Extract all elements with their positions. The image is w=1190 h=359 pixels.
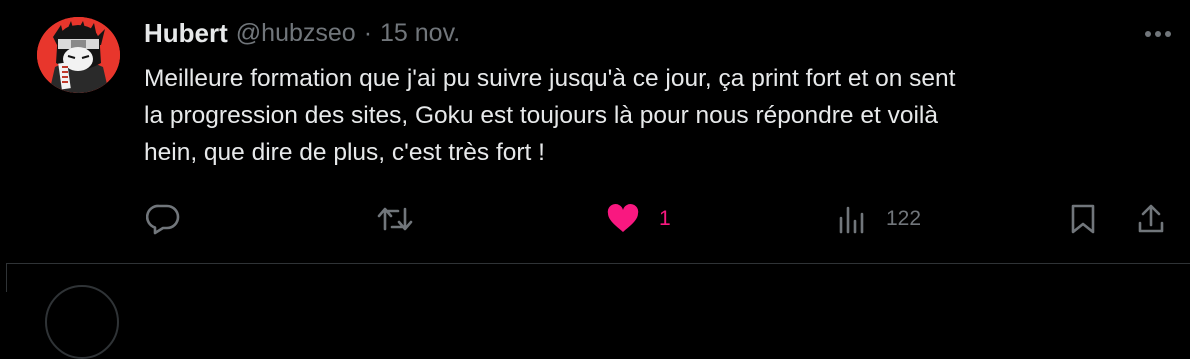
more-icon bbox=[1145, 31, 1171, 37]
like-count: 1 bbox=[659, 207, 671, 230]
timeline-border bbox=[6, 263, 7, 292]
views-icon bbox=[839, 206, 864, 234]
reply-icon bbox=[146, 204, 180, 235]
retweet-button[interactable] bbox=[377, 199, 413, 239]
views-button[interactable]: 122 bbox=[838, 199, 921, 239]
like-button[interactable]: 1 bbox=[607, 199, 671, 239]
tweet-text: Meilleure formation que j'ai pu suivre j… bbox=[144, 60, 1154, 171]
more-button[interactable] bbox=[1140, 20, 1176, 48]
avatar-illustration bbox=[37, 17, 120, 93]
reply-button[interactable] bbox=[146, 199, 180, 239]
tweet-text-line: hein, que dire de plus, c'est très fort … bbox=[144, 139, 545, 166]
retweet-icon bbox=[377, 207, 413, 231]
share-button[interactable] bbox=[1136, 199, 1166, 239]
author-name[interactable]: Hubert bbox=[144, 18, 228, 49]
author-handle[interactable]: @hubzseo bbox=[236, 19, 356, 48]
bookmark-button[interactable] bbox=[1069, 199, 1097, 239]
tweet-text-line: la progression des sites, Goku est toujo… bbox=[144, 102, 938, 129]
tweet-date[interactable]: 15 nov. bbox=[380, 19, 460, 48]
tweet-divider bbox=[6, 263, 1190, 264]
separator-dot: · bbox=[363, 18, 373, 47]
bookmark-icon bbox=[1071, 204, 1095, 234]
tweet-text-line: Meilleure formation que j'ai pu suivre j… bbox=[144, 65, 956, 92]
view-count: 122 bbox=[886, 207, 922, 230]
next-tweet-avatar[interactable] bbox=[45, 285, 119, 359]
avatar[interactable] bbox=[37, 17, 120, 93]
tweet-header: Hubert @hubzseo · 15 nov. bbox=[144, 13, 460, 53]
heart-icon bbox=[607, 204, 639, 232]
tweet[interactable]: Hubert @hubzseo · 15 nov. Meilleure form… bbox=[0, 0, 1190, 262]
share-icon bbox=[1138, 204, 1164, 233]
